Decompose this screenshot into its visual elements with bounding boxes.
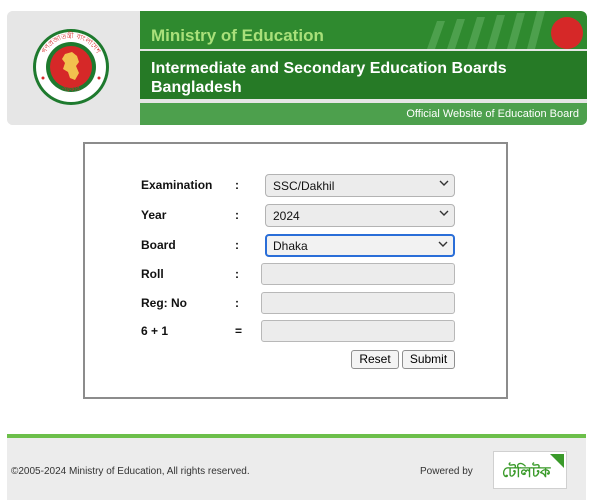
- ministry-banner: Ministry of Education: [140, 11, 587, 49]
- submit-button[interactable]: Submit: [402, 350, 455, 369]
- examination-colon: :: [235, 178, 239, 192]
- powered-by-text: Powered by: [420, 466, 473, 477]
- roll-row: Roll :: [141, 263, 461, 285]
- boards-title: Intermediate and Secondary Education Boa…: [151, 60, 507, 96]
- copyright-text: ©2005-2024 Ministry of Education, All ri…: [11, 466, 250, 477]
- year-colon: :: [235, 208, 239, 222]
- year-select[interactable]: 2024: [265, 204, 455, 227]
- logo-container: গণপ্রজাতন্ত্রী বাংলাদেশ সরকার: [7, 11, 138, 125]
- roll-label: Roll: [141, 267, 164, 281]
- examination-label: Examination: [141, 178, 213, 192]
- site-header: গণপ্রজাতন্ত্রী বাংলাদেশ সরকার Ministry o…: [7, 11, 587, 125]
- roll-input[interactable]: [261, 263, 455, 285]
- captcha-label: 6 + 1: [141, 324, 169, 338]
- board-select[interactable]: Dhaka: [265, 234, 455, 257]
- captcha-row: 6 + 1 =: [141, 320, 461, 342]
- examination-row: Examination : SSC/Dakhil: [141, 174, 461, 197]
- examination-select[interactable]: SSC/Dakhil: [265, 174, 455, 197]
- board-value: Dhaka: [273, 239, 308, 253]
- year-row: Year : 2024: [141, 204, 461, 227]
- ministry-title: Ministry of Education: [151, 26, 324, 45]
- official-banner: Official Website of Education Board: [140, 103, 587, 125]
- official-website-text: Official Website of Education Board: [406, 108, 579, 120]
- reset-button[interactable]: Reset: [351, 350, 399, 369]
- teletalk-logo-icon: টেলিটক: [494, 452, 566, 488]
- teletalk-logo-text: টেলিটক: [502, 462, 551, 481]
- result-form: Examination : SSC/Dakhil Year : 2024 Boa…: [83, 142, 508, 399]
- government-seal-logo: গণপ্রজাতন্ত্রী বাংলাদেশ সরকার: [33, 29, 109, 105]
- reg-no-colon: :: [235, 296, 239, 310]
- board-row: Board : Dhaka: [141, 234, 461, 257]
- captcha-input[interactable]: [261, 320, 455, 342]
- board-colon: :: [235, 238, 239, 252]
- chevron-down-icon: [438, 241, 448, 247]
- reg-no-row: Reg: No :: [141, 292, 461, 314]
- board-label: Board: [141, 238, 176, 252]
- teletalk-logo[interactable]: টেলিটক: [493, 451, 567, 489]
- reg-no-input[interactable]: [261, 292, 455, 314]
- roll-colon: :: [235, 267, 239, 281]
- boards-banner: Intermediate and Secondary Education Boa…: [140, 51, 587, 99]
- year-value: 2024: [273, 209, 300, 223]
- year-label: Year: [141, 208, 167, 222]
- flag-decoration-icon: [427, 11, 583, 49]
- reg-no-label: Reg: No: [141, 296, 187, 310]
- captcha-equals: =: [235, 324, 243, 338]
- examination-value: SSC/Dakhil: [273, 179, 335, 193]
- site-footer: ©2005-2024 Ministry of Education, All ri…: [7, 438, 586, 500]
- chevron-down-icon: [439, 180, 449, 186]
- chevron-down-icon: [439, 210, 449, 216]
